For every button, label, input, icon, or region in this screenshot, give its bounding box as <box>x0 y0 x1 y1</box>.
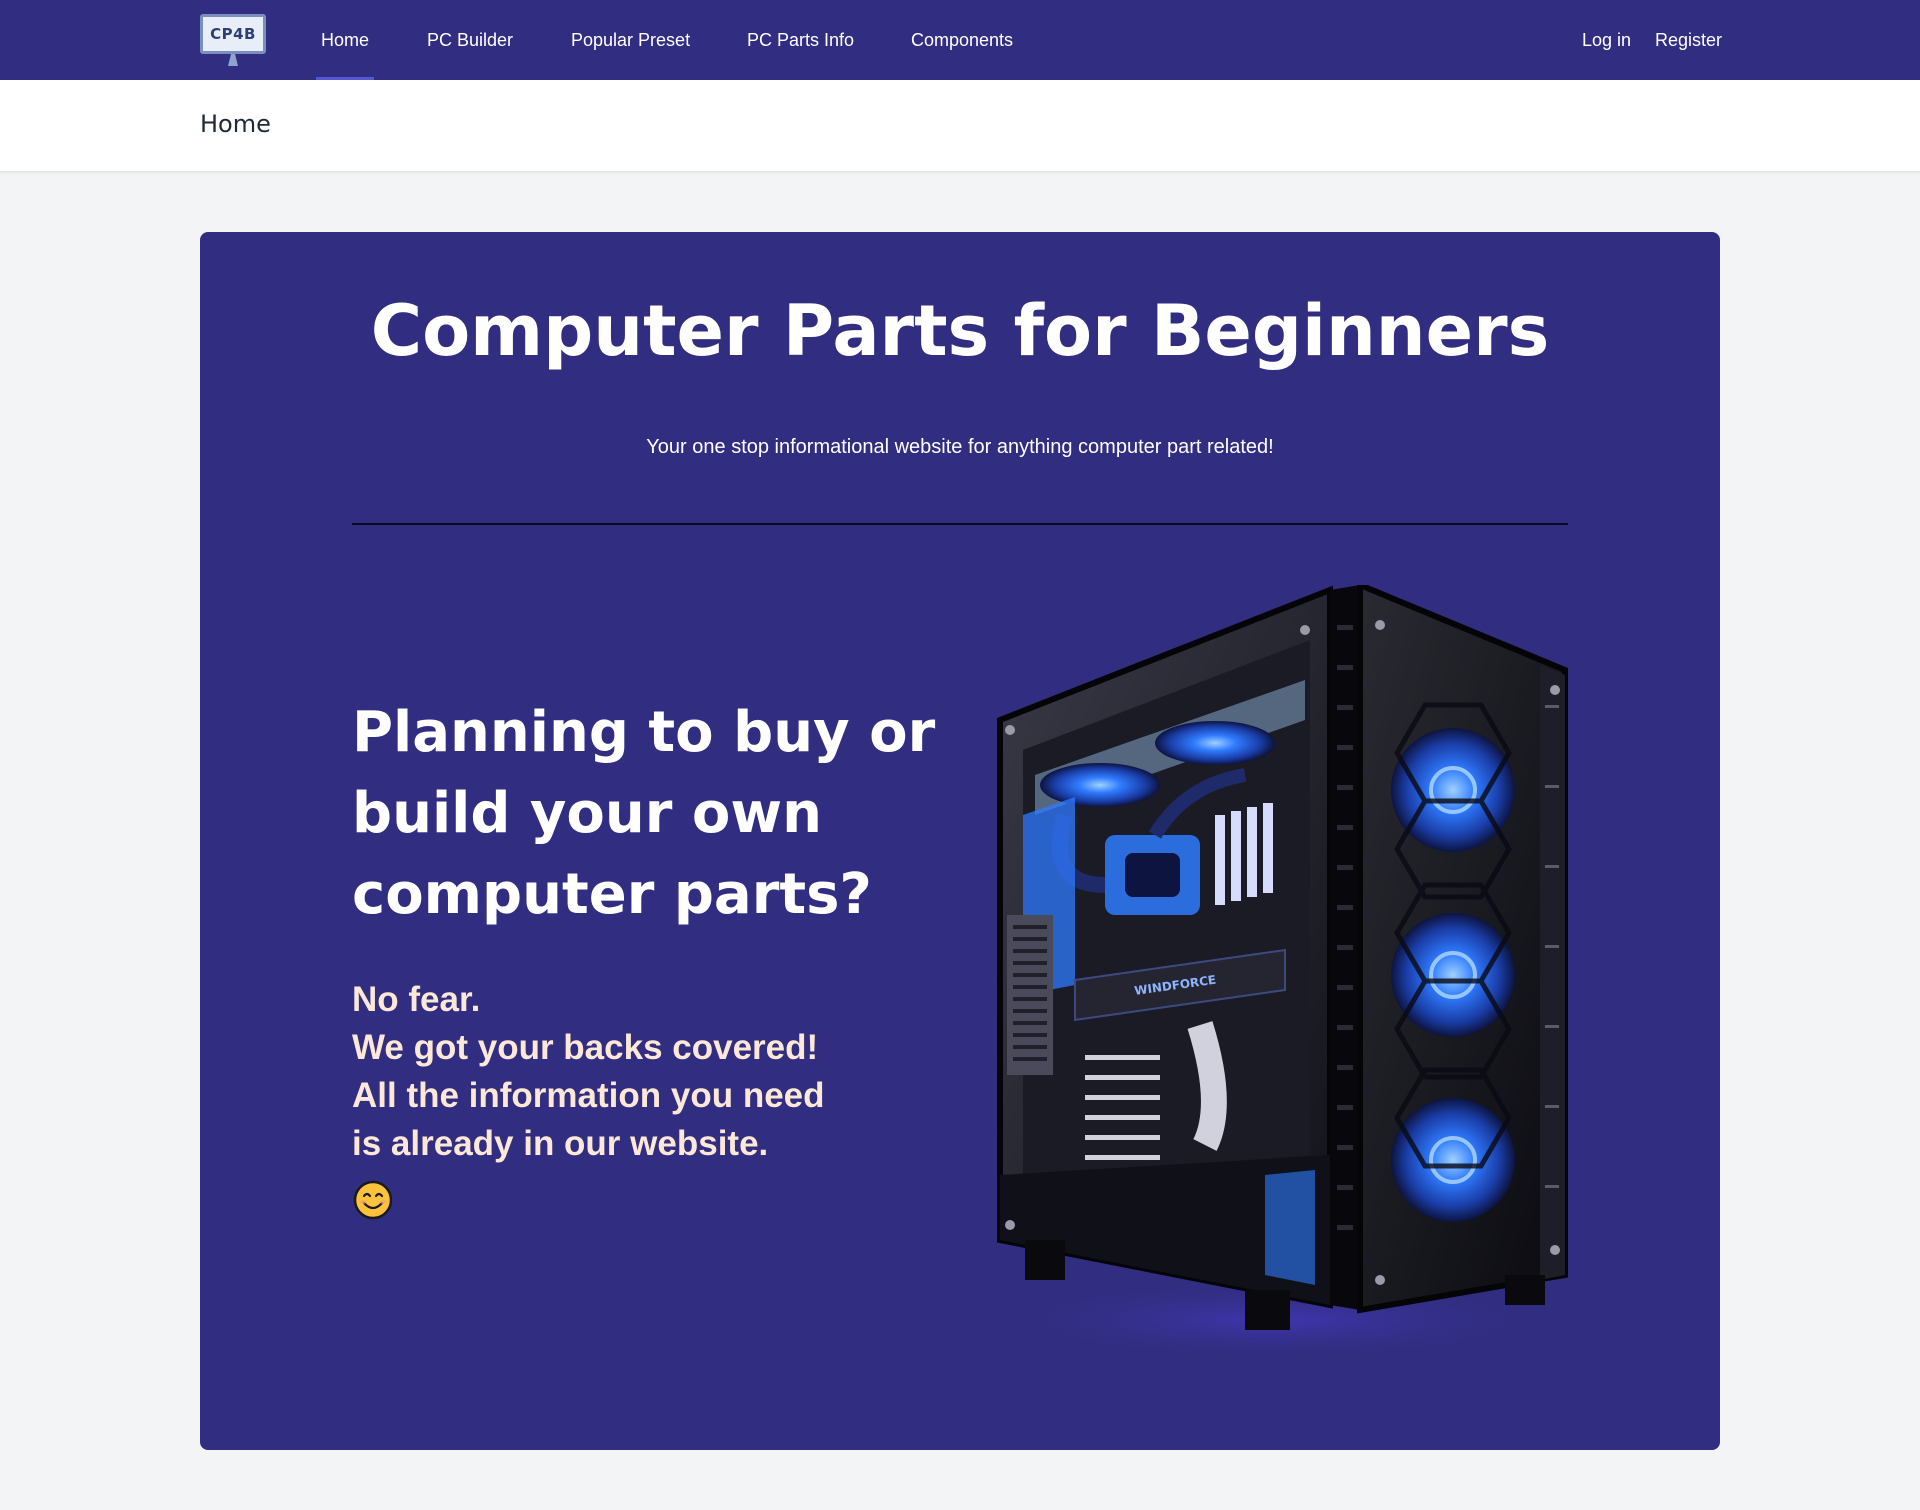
page-title: Home <box>200 110 271 138</box>
tagline-line: No fear. <box>352 980 481 1019</box>
login-link[interactable]: Log in <box>1582 0 1631 80</box>
tagline-line: We got your backs covered! <box>352 1028 819 1067</box>
top-navbar: CP4B Home PC Builder Popular Preset PC P… <box>0 0 1920 80</box>
logo-stand <box>228 54 238 66</box>
logo-text: CP4B <box>210 25 256 43</box>
nav-link-popular-preset[interactable]: Popular Preset <box>571 0 690 80</box>
hero-headline: Planning to buy or build your own comput… <box>352 700 936 927</box>
nav-link-home[interactable]: Home <box>315 0 375 80</box>
nav-link-components[interactable]: Components <box>911 0 1013 80</box>
nav-link-pc-parts-info[interactable]: PC Parts Info <box>747 0 854 80</box>
nav-link-pc-builder[interactable]: PC Builder <box>427 0 513 80</box>
site-logo[interactable]: CP4B <box>200 14 266 66</box>
hero-tagline: No fear. We got your backs covered! All … <box>352 976 912 1168</box>
tagline-line: All the information you need <box>352 1076 825 1115</box>
pc-case-image: WINDFORCE <box>995 585 1568 1360</box>
hero-title: Computer Parts for Beginners <box>370 290 1550 372</box>
page-header: Home <box>0 80 1920 172</box>
smiling-face-icon <box>353 1180 393 1220</box>
logo-monitor-icon: CP4B <box>200 14 266 54</box>
register-link[interactable]: Register <box>1655 0 1722 80</box>
hero-divider <box>352 523 1568 525</box>
tagline-line: is already in our website. <box>352 1124 769 1163</box>
hero-subtitle: Your one stop informational website for … <box>646 436 1274 458</box>
